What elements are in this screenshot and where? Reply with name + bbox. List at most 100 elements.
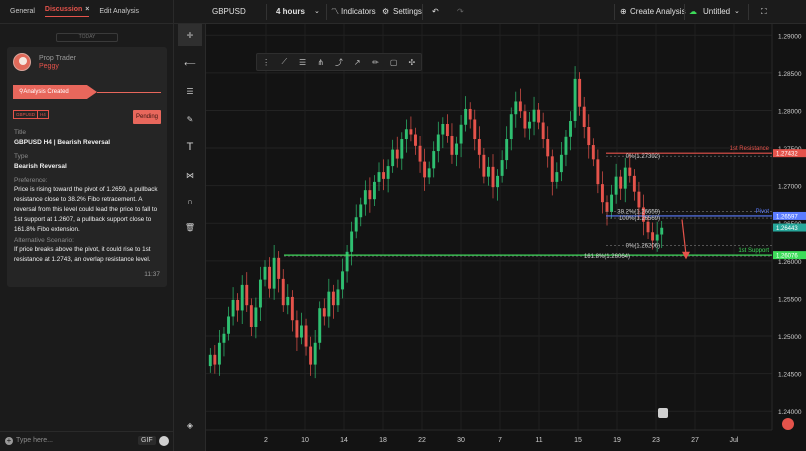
chevron-down-icon[interactable]: ⌄ <box>734 0 740 24</box>
chart-canvas[interactable]: 1.290001.285001.280001.275001.270001.265… <box>206 24 806 451</box>
candle <box>382 172 386 179</box>
fib-retracement-icon[interactable]: ☰ <box>178 80 202 102</box>
message-input[interactable]: Type here... <box>16 437 53 444</box>
divider <box>684 4 685 20</box>
fib-level-label: 161.8%(1.26064) <box>584 254 630 260</box>
analysis-message-card: Prop Trader Peggy ⚲Analysis Created GBPU… <box>7 47 167 287</box>
candle <box>217 342 221 365</box>
price-tick-label: 1.25500 <box>778 296 802 303</box>
lock-icon[interactable] <box>658 408 668 418</box>
candle <box>263 266 267 280</box>
alert-icon[interactable] <box>782 418 794 430</box>
candle <box>651 232 655 241</box>
user-handle: Peggy <box>39 63 59 70</box>
add-icon[interactable]: + <box>5 437 13 445</box>
divider <box>422 4 423 20</box>
tab-general[interactable]: General <box>10 8 35 15</box>
candle <box>477 139 481 155</box>
crosshair-tool-icon[interactable]: ✣ <box>403 58 421 67</box>
fullscreen-icon[interactable]: ⛶ <box>761 0 767 24</box>
horizontal-line-icon[interactable]: ⟵ <box>178 52 202 74</box>
candle <box>505 139 509 161</box>
price-chart[interactable]: 1.290001.285001.280001.275001.270001.265… <box>206 24 806 451</box>
settings-button[interactable]: Settings <box>393 0 422 24</box>
candle <box>322 308 326 317</box>
gif-button[interactable]: GIF <box>138 436 156 445</box>
pencil-icon[interactable]: ✏ <box>366 58 384 67</box>
cloud-icon: ☁ <box>689 7 697 16</box>
candle <box>372 181 376 200</box>
tab-discussion[interactable]: Discussion × <box>44 6 90 17</box>
timeframe-tag: H4 <box>37 110 49 119</box>
candle <box>628 167 632 176</box>
crosshair-icon[interactable]: ✛ <box>178 24 202 46</box>
tab-edit-analysis[interactable]: Edit Analysis <box>99 8 139 15</box>
layers-icon[interactable]: ◈ <box>178 414 202 436</box>
price-label: 1.26597 <box>776 214 798 220</box>
symbol-tag: GBPUSD <box>13 110 39 119</box>
redo-icon[interactable]: ↷ <box>457 0 464 24</box>
candle <box>249 305 253 327</box>
drawing-mini-toolbar: ⋮ ⟋ ☰ ⋔ ⤴ ↗ ✏ ▢ ✣ <box>256 53 422 71</box>
layout-name[interactable]: Untitled <box>703 0 730 24</box>
candle <box>564 136 568 155</box>
path-icon[interactable]: ⤴ <box>330 57 348 68</box>
symbol-selector[interactable]: GBPUSD <box>212 0 246 24</box>
pitchfork-icon[interactable]: ⋔ <box>312 58 330 67</box>
candle <box>368 190 372 200</box>
alt-scenario-text: If price breaks above the pivot, it coul… <box>14 246 151 263</box>
date-tick-label: 23 <box>652 437 660 444</box>
price-label: 1.26443 <box>776 226 798 232</box>
candle <box>236 299 240 311</box>
preference-text: Price is rising toward the pivot of 1.26… <box>14 186 158 233</box>
candle <box>637 191 641 208</box>
candle <box>409 129 413 135</box>
candle <box>268 266 272 289</box>
drag-handle-icon[interactable]: ⋮ <box>257 58 275 67</box>
chart-background <box>206 24 806 451</box>
candle <box>414 134 417 146</box>
candle <box>272 257 276 289</box>
ray-icon[interactable]: ↗ <box>348 58 366 67</box>
trash-icon[interactable]: 🗑 <box>178 216 202 238</box>
status-badge[interactable]: Pending <box>133 110 161 124</box>
date-tick-label: 14 <box>340 437 348 444</box>
date-tick-label: 22 <box>418 437 426 444</box>
undo-icon[interactable]: ↶ <box>432 0 439 24</box>
price-tick-label: 1.28000 <box>778 108 802 115</box>
candle <box>550 156 554 182</box>
message-time: 11:37 <box>144 271 160 278</box>
trend-line-icon[interactable]: ⟋ <box>275 57 293 67</box>
close-icon[interactable]: × <box>85 6 89 13</box>
level-label: 1st Resistance <box>730 146 770 152</box>
rectangle-icon[interactable]: ▢ <box>385 58 403 67</box>
candle <box>514 101 518 115</box>
timeframe-selector[interactable]: 4 hours <box>276 0 305 24</box>
banner-divider <box>97 92 161 93</box>
text-icon[interactable]: T <box>178 136 202 158</box>
candle <box>455 143 458 155</box>
pattern-icon[interactable]: ⋈ <box>178 164 202 186</box>
chevron-down-icon[interactable]: ⌄ <box>314 0 320 24</box>
candle <box>281 278 285 306</box>
candle <box>509 114 513 140</box>
candle <box>309 346 313 365</box>
candle <box>632 175 636 192</box>
candle <box>518 101 522 112</box>
emoji-icon[interactable] <box>159 436 169 446</box>
divider <box>266 4 267 20</box>
gear-icon: ⚙ <box>382 7 390 16</box>
create-analysis-button[interactable]: Create Analysis <box>630 0 686 24</box>
indicators-button[interactable]: Indicators <box>341 0 376 24</box>
fib-level-label: 100%(1.26569) <box>619 216 660 222</box>
magnet-icon[interactable]: ∩ <box>178 190 202 212</box>
type-label: Type <box>14 153 29 160</box>
brush-icon[interactable]: ✎ <box>178 108 202 130</box>
candle <box>304 325 308 347</box>
fib-tool-icon[interactable]: ☰ <box>293 58 311 67</box>
date-tick-label: 10 <box>301 437 309 444</box>
date-tick-label: 27 <box>691 437 699 444</box>
candle <box>341 271 344 290</box>
candle <box>377 172 381 182</box>
candle <box>286 296 290 306</box>
